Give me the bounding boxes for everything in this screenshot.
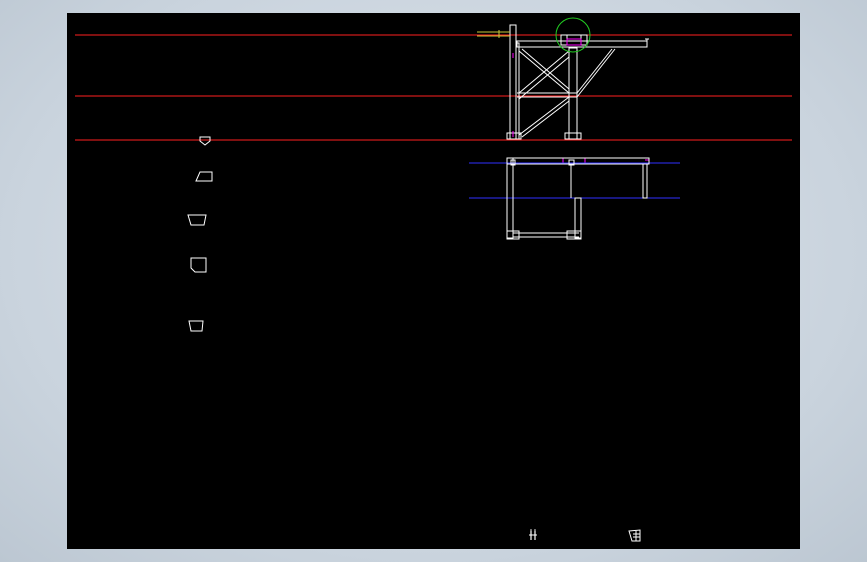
profile-symbol-5 (188, 320, 204, 332)
cad-drawing (75, 17, 792, 332)
profile-symbols (187, 136, 213, 332)
anchor-bolt (477, 30, 510, 38)
plan-center-post (574, 197, 582, 239)
left-post (509, 24, 517, 140)
top-beam (516, 40, 648, 48)
brace (518, 96, 570, 136)
snap-glyph-icon (529, 529, 537, 540)
layer-glyph-icon (628, 529, 641, 542)
profile-symbol-1 (199, 136, 211, 146)
profile-symbol-4 (190, 257, 207, 273)
profile-symbol-3 (187, 214, 207, 226)
profile-symbol-2 (195, 171, 213, 182)
elevation-view (506, 24, 649, 140)
drawing-canvas[interactable] (67, 13, 800, 549)
outrigger-brace (576, 48, 613, 94)
plan-right-rail (642, 163, 648, 199)
guide-lines (75, 34, 792, 141)
plan-view-section-lines (469, 162, 680, 199)
